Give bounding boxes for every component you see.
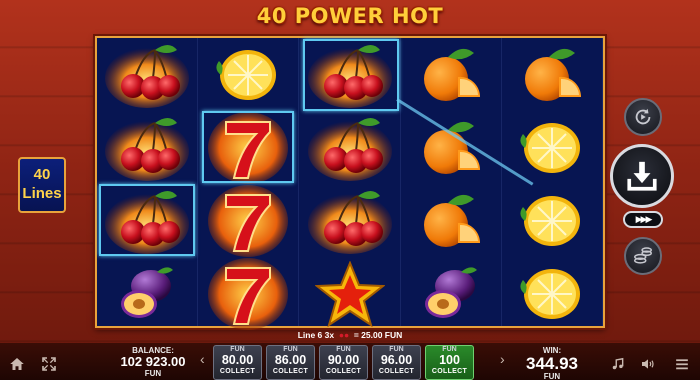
chip-action: COLLECT	[431, 368, 468, 375]
chip-value: 80.00	[221, 353, 254, 367]
winning-symbol-frame	[303, 39, 399, 111]
winning-symbol-frame	[202, 111, 294, 183]
chips-scroll-right[interactable]: ›	[500, 351, 505, 367]
balance-value: 102 923.00	[120, 354, 186, 369]
game-title: 40 POWER HOT	[256, 4, 444, 28]
win-display: WIN: 344.93 FUN	[512, 346, 592, 380]
chip-value: 86.00	[274, 353, 307, 367]
chip-action: COLLECT	[272, 368, 309, 375]
music-button[interactable]	[610, 355, 626, 373]
burning-cherries-symbol	[97, 111, 197, 184]
reels-area	[95, 36, 605, 330]
chip-value: 100	[439, 353, 460, 367]
orange-symbol	[401, 184, 501, 257]
chip-action: COLLECT	[378, 368, 415, 375]
bet-coins-button[interactable]	[624, 237, 662, 275]
chip-value: 90.00	[327, 353, 360, 367]
spin-icon	[627, 161, 657, 191]
seven-symbol	[198, 184, 298, 257]
coins-icon	[634, 247, 652, 264]
lemon-symbol	[198, 38, 298, 111]
collect-chip[interactable]: FUN 80.00 COLLECT	[213, 345, 262, 380]
balance-display: BALANCE: 102 923.00 FUN	[118, 346, 188, 378]
chip-action: COLLECT	[325, 368, 362, 375]
burning-cherries-symbol	[299, 184, 399, 257]
chips-scroll-left[interactable]: ‹	[200, 351, 205, 367]
fullscreen-icon	[42, 357, 56, 371]
spin-button[interactable]	[610, 144, 674, 208]
collect-chip-active[interactable]: FUN 100 COLLECT	[425, 345, 474, 380]
orange-symbol	[401, 38, 501, 111]
autoplay-icon	[635, 108, 651, 125]
home-button[interactable]	[8, 355, 26, 373]
reel	[502, 38, 604, 326]
fast-forward-button[interactable]: ▶▶▶	[623, 211, 663, 228]
home-icon	[10, 358, 24, 370]
menu-button[interactable]	[672, 355, 692, 373]
win-value: 344.93	[526, 354, 578, 373]
seven-symbol	[198, 257, 298, 330]
burning-cherries-symbol	[97, 38, 197, 111]
burning-cherries-symbol	[299, 111, 399, 184]
balance-unit: FUN	[144, 369, 162, 378]
plum-symbol	[97, 257, 197, 330]
sound-button[interactable]	[638, 355, 658, 373]
sound-icon	[642, 359, 654, 369]
reel	[97, 38, 199, 326]
collect-chip[interactable]: FUN 86.00 COLLECT	[266, 345, 315, 380]
reel	[401, 38, 502, 326]
win-line-text: Line 6 3x	[297, 330, 335, 340]
orange-symbol	[401, 111, 501, 184]
lemon-symbol	[502, 184, 602, 257]
collect-chips: FUN 80.00 COLLECT FUN 86.00 COLLECT FUN …	[213, 345, 474, 380]
autoplay-button[interactable]	[624, 98, 662, 136]
fullscreen-button[interactable]	[40, 355, 58, 373]
music-icon	[612, 357, 624, 370]
win-line-amount: = 25.00 FUN	[353, 330, 403, 340]
menu-icon	[676, 359, 688, 370]
win-line-info: Line 6 3x ●● = 25.00 FUN	[0, 330, 700, 340]
chip-action: COLLECT	[219, 368, 256, 375]
collect-chip[interactable]: FUN 90.00 COLLECT	[319, 345, 368, 380]
star-symbol	[299, 257, 399, 330]
winning-symbol-frame	[99, 184, 195, 256]
lines-badge: 40 Lines	[18, 157, 66, 213]
win-unit: FUN	[543, 372, 561, 380]
cherry-icon: ●●	[338, 330, 350, 340]
lines-count: 40	[33, 166, 51, 183]
collect-chip[interactable]: FUN 96.00 COLLECT	[372, 345, 421, 380]
chip-value: 96.00	[380, 353, 413, 367]
fast-forward-icon: ▶▶▶	[635, 214, 653, 224]
lines-label: Lines	[22, 185, 62, 202]
lemon-symbol	[502, 257, 602, 330]
orange-symbol	[502, 38, 602, 111]
plum-symbol	[401, 257, 501, 330]
